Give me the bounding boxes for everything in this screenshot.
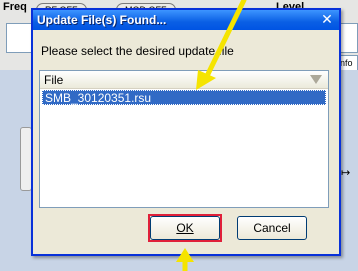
file-column-header[interactable]: File xyxy=(40,71,328,89)
column-header-label: File xyxy=(44,73,64,87)
dialog-title: Update File(s) Found... xyxy=(37,13,167,27)
cancel-button-label: Cancel xyxy=(253,221,291,235)
sort-descending-icon xyxy=(310,75,322,84)
ok-button[interactable]: OK xyxy=(150,216,220,240)
freq-label: Freq xyxy=(3,1,27,13)
dialog-prompt: Please select the desired update file xyxy=(41,44,234,58)
file-listbox[interactable]: File SMB_30120351.rsu xyxy=(39,70,329,208)
side-arrow-icon: ↦ xyxy=(341,167,351,179)
list-item-selected[interactable]: SMB_30120351.rsu xyxy=(42,90,326,105)
ok-button-label: OK xyxy=(176,221,194,235)
list-item-label: SMB_30120351.rsu xyxy=(45,91,152,105)
cancel-button[interactable]: Cancel xyxy=(237,216,307,240)
close-icon[interactable]: ✕ xyxy=(319,11,335,27)
update-files-dialog: Update File(s) Found... ✕ Please select … xyxy=(31,8,341,256)
dialog-titlebar[interactable]: Update File(s) Found... ✕ xyxy=(33,10,339,30)
